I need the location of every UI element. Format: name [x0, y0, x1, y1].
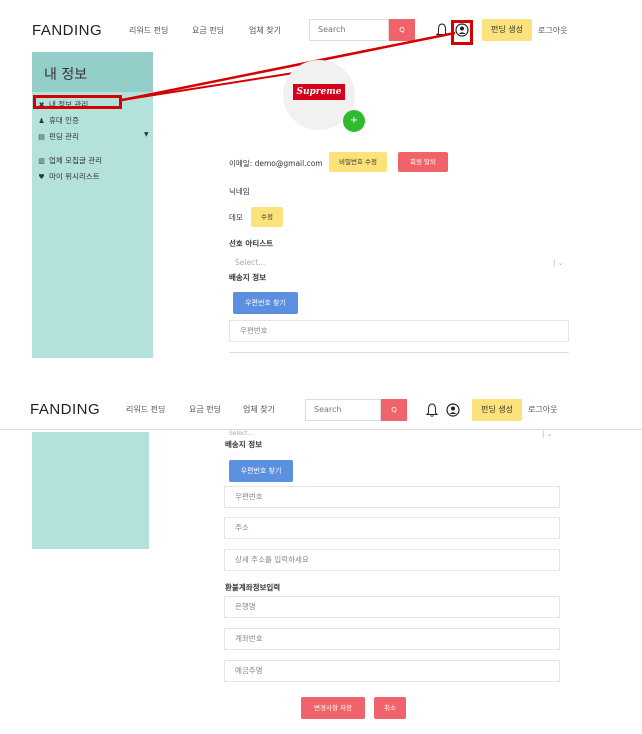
sidebar-item-funding[interactable]: ▤ 펀딩 관리: [38, 131, 79, 142]
withdraw-button[interactable]: 회원 탈퇴: [398, 152, 448, 172]
person-icon: ♟: [38, 116, 45, 125]
sidebar-item-label: 휴대 인증: [49, 116, 79, 125]
create-funding-button[interactable]: 펀딩 생성: [472, 399, 522, 421]
logout-link[interactable]: 로그아웃: [528, 404, 557, 415]
sidebar-item-label: 마이 위시리스트: [49, 172, 100, 181]
shipping-title: 배송지 정보: [229, 273, 267, 282]
find-zip-button[interactable]: 우편번호 찾기: [229, 460, 293, 482]
nav-link-fee[interactable]: 요금 펀딩: [189, 404, 221, 415]
sidebar-continued: [32, 432, 149, 549]
avatar-logo: Supreme: [293, 84, 345, 100]
logo[interactable]: FANDING: [32, 22, 102, 39]
shipping-title: 배송지 정보: [225, 440, 263, 449]
nav-link-reward[interactable]: 리워드 펀딩: [126, 404, 165, 415]
bank-field[interactable]: 은행명: [224, 596, 560, 618]
file-icon: ▤: [38, 132, 45, 141]
search-button[interactable]: Q: [381, 399, 407, 421]
nav-link-fee[interactable]: 요금 펀딩: [192, 25, 224, 36]
chevron-down-icon[interactable]: ▼: [144, 131, 149, 138]
logo[interactable]: FANDING: [30, 401, 100, 418]
artist-label: 선호 아티스트: [229, 239, 274, 248]
edit-nickname-button[interactable]: 수정: [251, 207, 283, 227]
nav-link-company[interactable]: 업체 찾기: [243, 404, 275, 415]
add-photo-button[interactable]: +: [343, 110, 365, 132]
user-icon[interactable]: [446, 403, 460, 417]
account-field[interactable]: 계좌번호: [224, 628, 560, 650]
chevron-down-icon[interactable]: | ⌄: [553, 259, 563, 267]
zip-field[interactable]: 우편번호: [224, 486, 560, 508]
zip-field[interactable]: 우편번호: [229, 320, 569, 342]
sidebar-title: 내 정보: [32, 52, 153, 92]
logout-link[interactable]: 로그아웃: [538, 25, 567, 36]
sidebar-item-company-posts[interactable]: ▥ 업체 모집글 관리: [38, 155, 102, 166]
bell-icon[interactable]: [436, 23, 448, 37]
email-text: 이메일: demo@gmail.com: [229, 159, 323, 168]
create-funding-button[interactable]: 펀딩 생성: [482, 19, 532, 41]
divider: [229, 352, 569, 353]
chevron-down-icon[interactable]: | ⌄: [542, 430, 552, 438]
nickname-label: 닉네임: [229, 187, 250, 196]
change-password-button[interactable]: 비밀번호 수정: [329, 152, 387, 172]
search-button[interactable]: Q: [389, 19, 415, 41]
chart-icon: ▥: [38, 156, 45, 165]
nickname-value: 데모: [229, 213, 243, 222]
cancel-button[interactable]: 취소: [374, 697, 406, 719]
user-icon-highlight: [451, 20, 473, 45]
heart-icon: ♥: [38, 172, 45, 181]
find-zip-button[interactable]: 우편번호 찾기: [233, 292, 298, 314]
sidebar-item-wishlist[interactable]: ♥ 마이 위시리스트: [38, 171, 100, 182]
top-nav: FANDING 리워드 펀딩 요금 펀딩 업체 찾기 Search Q 펀딩 생…: [0, 10, 642, 50]
page: FANDING 리워드 펀딩 요금 펀딩 업체 찾기 Search Q 펀딩 생…: [0, 0, 642, 734]
nav-link-company[interactable]: 업체 찾기: [249, 25, 281, 36]
sidebar-highlight: [33, 95, 122, 109]
sidebar-item-label: 펀딩 관리: [49, 132, 79, 141]
nav-link-reward[interactable]: 리워드 펀딩: [129, 25, 168, 36]
sticky-nav: FANDING 리워드 펀딩 요금 펀딩 업체 찾기 Search Q 펀딩 생…: [0, 390, 642, 430]
search-input[interactable]: Search: [309, 19, 389, 41]
save-button[interactable]: 변경사항 저장: [301, 697, 365, 719]
address-detail-field[interactable]: 상세 주소를 입력하세요: [224, 549, 560, 571]
sidebar-item-phone[interactable]: ♟ 휴대 인증: [38, 115, 79, 126]
sidebar-item-label: 업체 모집글 관리: [49, 156, 103, 165]
holder-field[interactable]: 예금주명: [224, 660, 560, 682]
address-field[interactable]: 주소: [224, 517, 560, 539]
refund-title: 환불계좌정보입력: [225, 583, 281, 592]
search-input[interactable]: Search: [305, 399, 381, 421]
bell-icon[interactable]: [426, 403, 438, 417]
